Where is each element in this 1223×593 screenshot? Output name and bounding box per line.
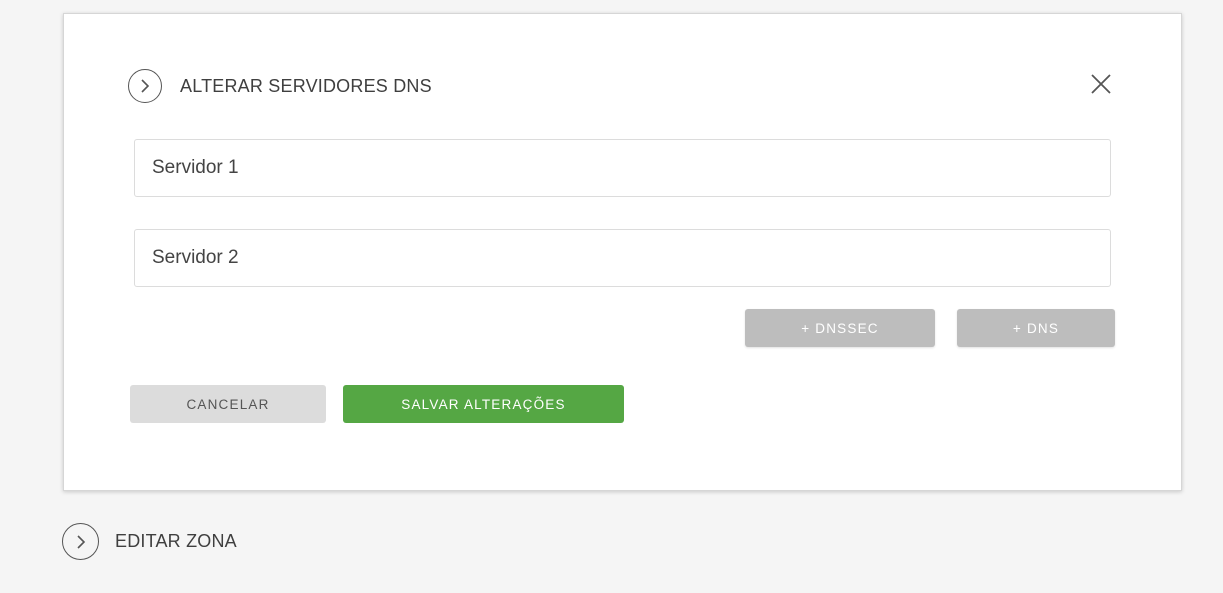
modal-title: ALTERAR SERVIDORES DNS [180, 76, 432, 96]
edit-zone-label: EDITAR ZONA [115, 531, 237, 551]
page: ALTERAR SERVIDORES DNS + DNSSEC + DNS CA… [0, 0, 1223, 593]
cancel-button[interactable]: CANCELAR [130, 385, 326, 423]
server-2-input[interactable] [134, 229, 1111, 287]
chevron-right-icon[interactable] [62, 523, 99, 560]
server-1-input[interactable] [134, 139, 1111, 197]
close-icon[interactable] [1089, 72, 1113, 96]
add-dnssec-button[interactable]: + DNSSEC [745, 309, 935, 347]
chevron-right-icon[interactable] [128, 69, 162, 103]
dns-servers-modal: ALTERAR SERVIDORES DNS + DNSSEC + DNS CA… [63, 13, 1182, 491]
add-dns-button[interactable]: + DNS [957, 309, 1115, 347]
save-changes-button[interactable]: SALVAR ALTERAÇÕES [343, 385, 624, 423]
edit-zone-section[interactable]: EDITAR ZONA [62, 523, 237, 560]
